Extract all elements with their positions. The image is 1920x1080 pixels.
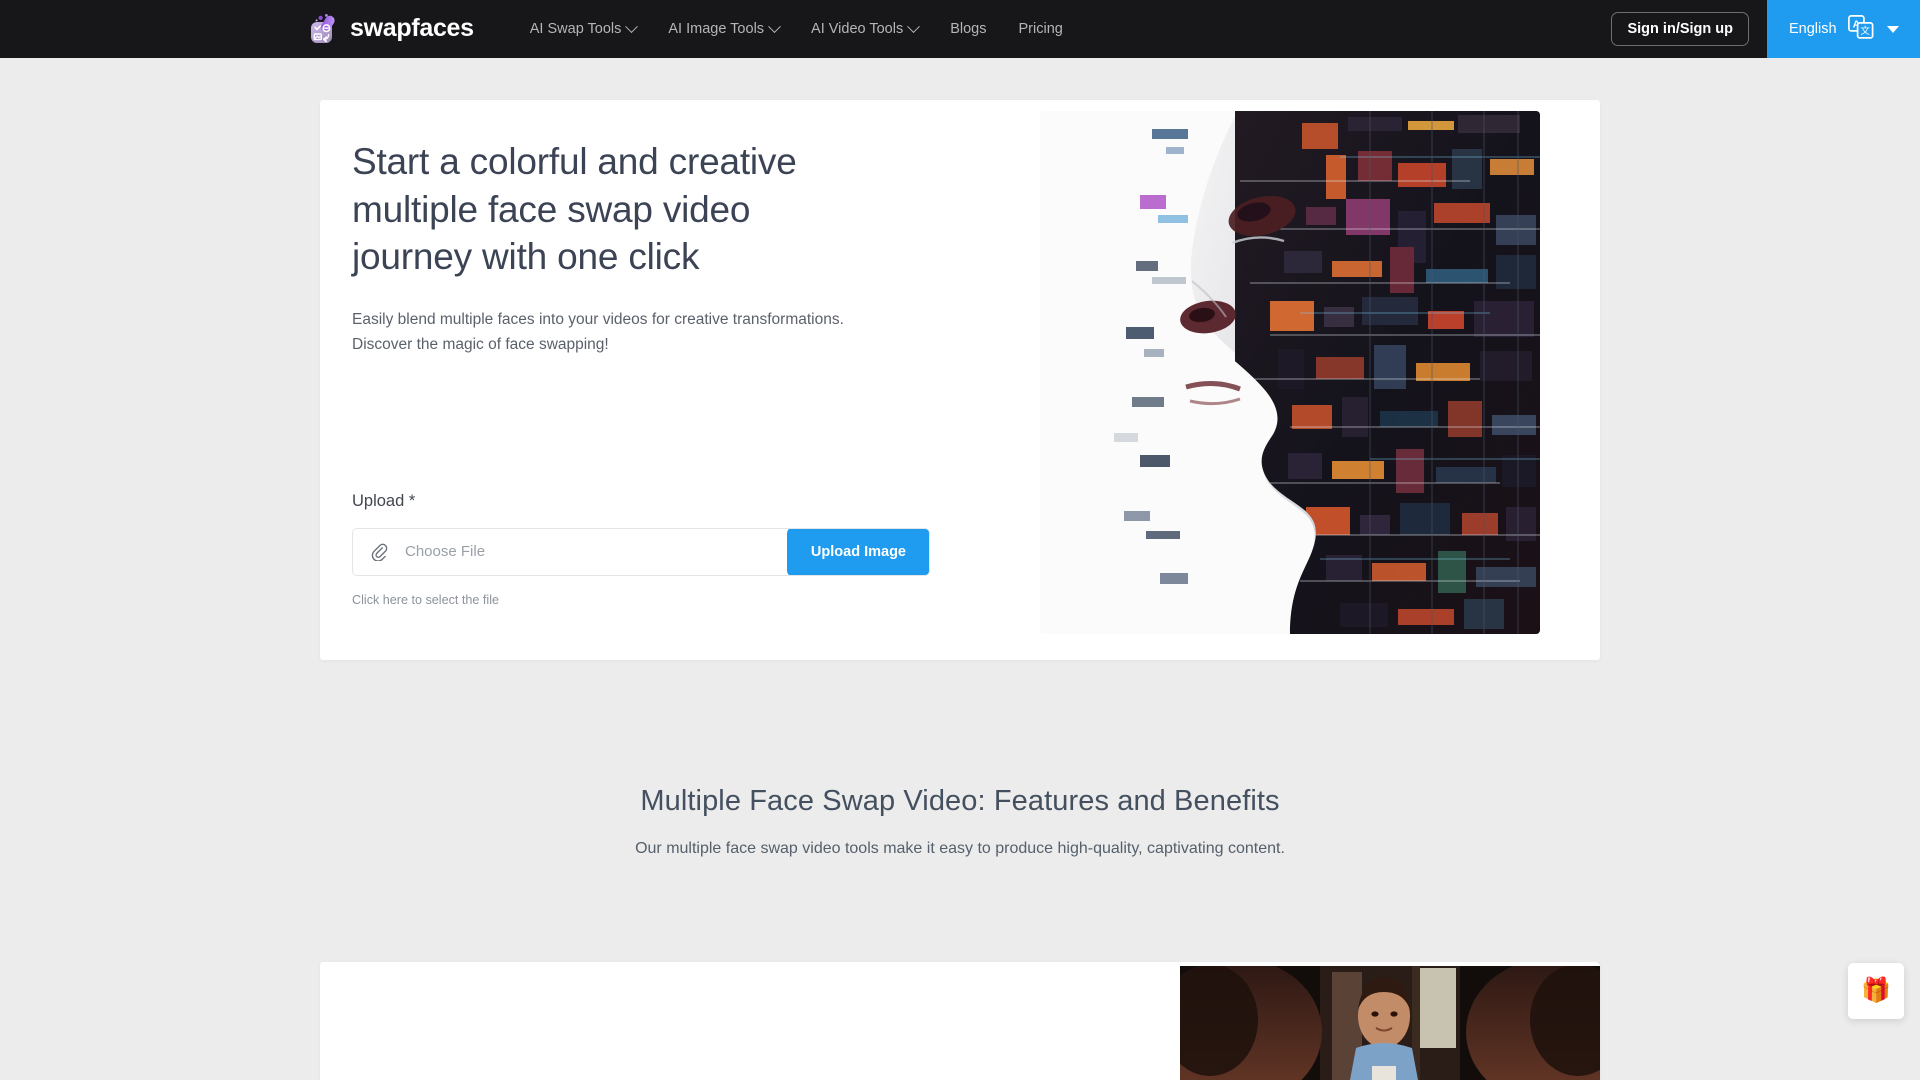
- hero-subheading: Easily blend multiple faces into your vi…: [352, 310, 844, 353]
- upload-image-button[interactable]: Upload Image: [786, 528, 929, 575]
- hero-image-column: [980, 100, 1600, 660]
- feature-detail-card: [320, 962, 1600, 1080]
- nav-item-pricing[interactable]: Pricing: [1003, 15, 1079, 43]
- choose-file-input[interactable]: Choose File: [405, 529, 787, 575]
- hero-content-column: Start a colorful and creative multiple f…: [320, 100, 980, 660]
- nav-item-blogs[interactable]: Blogs: [934, 15, 1002, 43]
- gift-icon: 🎁: [1861, 977, 1891, 1004]
- nav-item-ai-video-tools[interactable]: AI Video Tools: [795, 15, 934, 43]
- hero-illustration: [1040, 111, 1540, 634]
- translate-icon: A 文: [1847, 14, 1874, 44]
- language-label: English: [1789, 21, 1837, 37]
- hero-card: Start a colorful and creative multiple f…: [320, 100, 1600, 660]
- primary-nav-menu: AI Swap Tools AI Image Tools AI Video To…: [514, 15, 1079, 43]
- navbar-right-group: Sign in/Sign up English A 文: [1611, 0, 1920, 58]
- features-title: Multiple Face Swap Video: Features and B…: [640, 785, 1280, 817]
- nav-item-label: AI Swap Tools: [529, 21, 622, 37]
- navbar-left-group: swapfaces AI Swap Tools AI Image Tools A…: [307, 12, 1079, 46]
- features-section: Multiple Face Swap Video: Features and B…: [0, 785, 1920, 858]
- upload-field-label: Upload *: [352, 491, 416, 510]
- chevron-down-icon: [768, 19, 781, 33]
- nav-item-ai-swap-tools[interactable]: AI Swap Tools: [514, 15, 653, 43]
- upload-input-row: Choose File Upload Image: [352, 527, 930, 576]
- features-subtitle: Our multiple face swap video tools make …: [635, 840, 1285, 857]
- top-navigation-bar: swapfaces AI Swap Tools AI Image Tools A…: [0, 0, 1920, 58]
- chevron-down-icon: [907, 19, 921, 33]
- language-selector[interactable]: English A 文: [1767, 0, 1920, 58]
- swapfaces-logo-icon: [307, 12, 341, 46]
- video-thumbnail[interactable]: [1180, 962, 1600, 1080]
- nav-item-label: AI Image Tools: [668, 21, 765, 37]
- nav-item-label: Pricing: [1018, 21, 1063, 37]
- svg-text:文: 文: [1860, 25, 1870, 37]
- chevron-down-icon: [1886, 25, 1899, 33]
- upload-hint-text: Click here to select the file: [352, 592, 499, 607]
- sign-in-sign-up-button[interactable]: Sign in/Sign up: [1611, 12, 1749, 46]
- page-title: Start a colorful and creative multiple f…: [352, 141, 797, 278]
- brand-logo-link[interactable]: swapfaces: [307, 12, 474, 46]
- brand-name: swapfaces: [350, 13, 474, 42]
- nav-item-label: AI Video Tools: [811, 21, 904, 37]
- gift-promo-widget[interactable]: 🎁: [1848, 963, 1904, 1019]
- paperclip-icon: [353, 529, 405, 575]
- nav-item-label: Blogs: [950, 21, 987, 37]
- chevron-down-icon: [625, 19, 639, 33]
- nav-item-ai-image-tools[interactable]: AI Image Tools: [652, 15, 795, 43]
